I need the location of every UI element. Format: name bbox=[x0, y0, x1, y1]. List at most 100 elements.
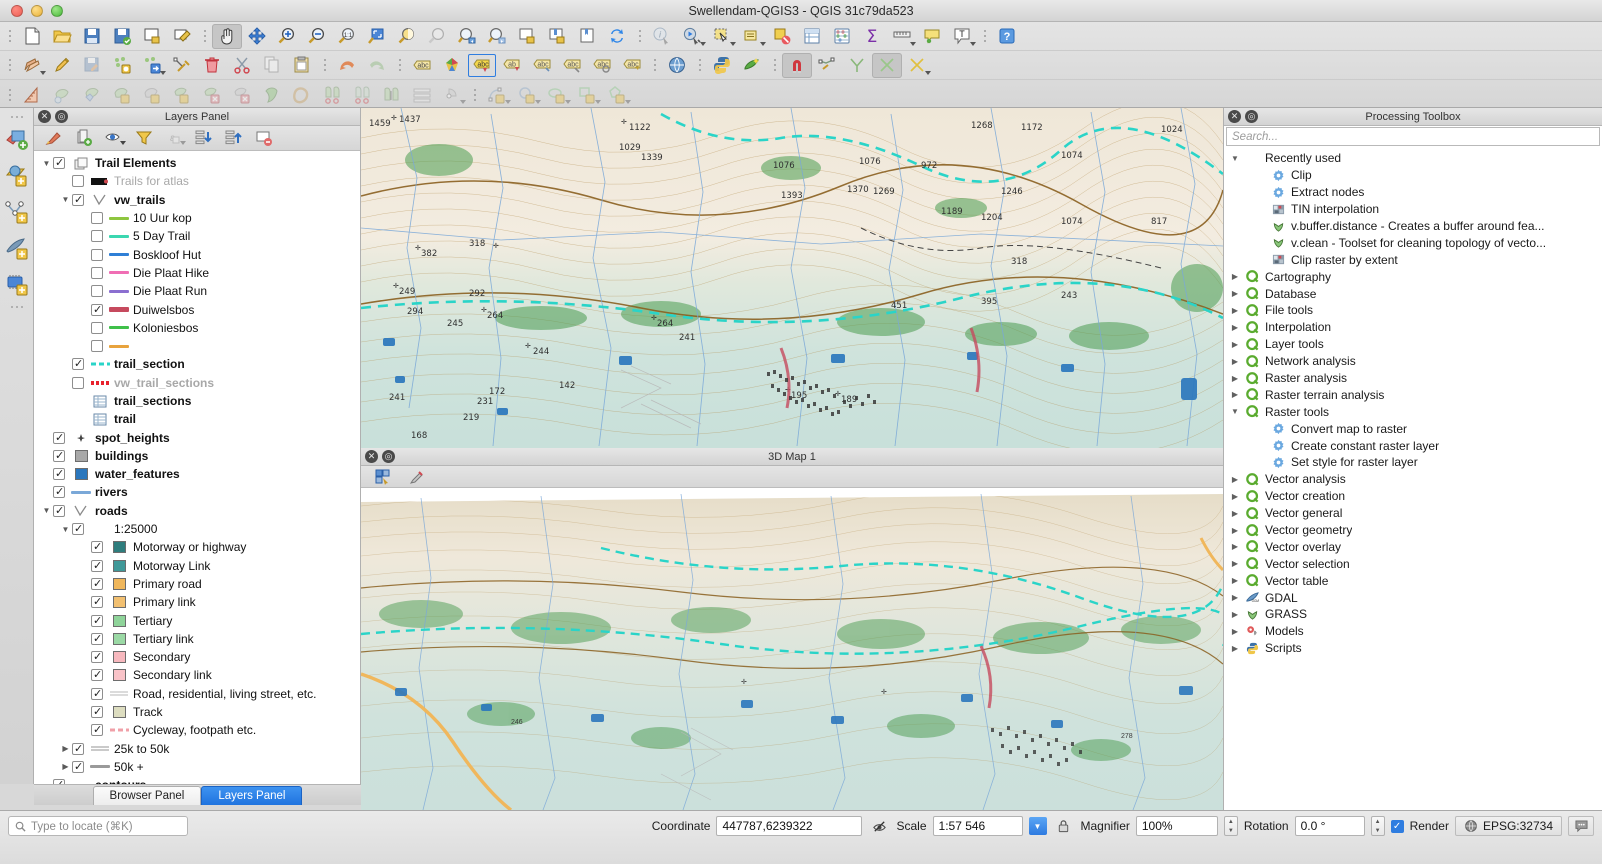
processing-tree[interactable]: ▼ Recently used Clip Extract nodes TIN inter… bbox=[1224, 146, 1602, 810]
new-map-view-button[interactable] bbox=[512, 24, 542, 49]
toggle-extents-icon[interactable] bbox=[868, 816, 890, 836]
layer-visibility-checkbox[interactable] bbox=[91, 614, 103, 627]
layer-tree-item[interactable]: water_features bbox=[34, 465, 360, 483]
collapse-twisty-icon[interactable]: ▼ bbox=[59, 525, 72, 534]
open-attribute-table-button[interactable] bbox=[797, 24, 827, 49]
toolbar-grip[interactable] bbox=[695, 54, 704, 76]
layer-visibility-checkbox[interactable] bbox=[72, 760, 84, 773]
layer-tree-item[interactable]: ▼ roads bbox=[34, 502, 360, 520]
processing-tree-item[interactable]: Create constant raster layer bbox=[1224, 437, 1602, 454]
map-view-bookmark-button[interactable] bbox=[572, 24, 602, 49]
toolbar-grip[interactable] bbox=[980, 25, 989, 47]
expand-twisty-icon[interactable]: ▶ bbox=[1228, 526, 1242, 535]
filter-legend-expression-icon[interactable]: ε bbox=[160, 127, 188, 149]
map-tips-button[interactable] bbox=[917, 24, 947, 49]
crs-status-button[interactable]: EPSG:32734 bbox=[1454, 816, 1562, 836]
expand-twisty-icon[interactable]: ▶ bbox=[1228, 272, 1242, 281]
expand-all-icon[interactable] bbox=[190, 127, 218, 149]
processing-tree-item[interactable]: ▶ Vector table bbox=[1224, 572, 1602, 589]
save-project-as-button[interactable] bbox=[107, 24, 137, 49]
dock-grip[interactable] bbox=[8, 302, 26, 312]
processing-tree-item[interactable]: ▶ Vector creation bbox=[1224, 488, 1602, 505]
layer-tree-item[interactable]: Boskloof Hut bbox=[34, 245, 360, 263]
layer-visibility-checkbox[interactable] bbox=[91, 705, 103, 719]
python-console-button[interactable] bbox=[707, 53, 737, 78]
cut-features-button[interactable] bbox=[227, 53, 257, 78]
layer-tree-item[interactable]: Die Plaat Run bbox=[34, 282, 360, 300]
toolbar-grip[interactable] bbox=[635, 25, 644, 47]
select-features-button[interactable] bbox=[707, 24, 737, 49]
open-project-button[interactable] bbox=[47, 24, 77, 49]
zoom-native-button[interactable]: 1:1 bbox=[332, 24, 362, 49]
layer-tree-item[interactable]: Motorway Link bbox=[34, 557, 360, 575]
layer-tree-item[interactable]: Koloniesbos bbox=[34, 319, 360, 337]
lock-scale-icon[interactable] bbox=[1053, 816, 1075, 836]
vertex-tool-button[interactable] bbox=[167, 53, 197, 78]
layer-tree-item[interactable]: Secondary link bbox=[34, 666, 360, 684]
layer-tree-item[interactable]: ▶ 25k to 50k bbox=[34, 740, 360, 758]
expand-twisty-icon[interactable]: ▶ bbox=[1228, 390, 1242, 399]
undo-button[interactable] bbox=[332, 53, 362, 78]
delete-selected-button[interactable] bbox=[197, 53, 227, 78]
collapse-twisty-icon[interactable]: ▼ bbox=[1228, 154, 1242, 163]
layer-visibility-checkbox[interactable] bbox=[72, 175, 84, 188]
reshape-features-button[interactable] bbox=[257, 82, 287, 107]
open-layer-styling-panel-icon[interactable] bbox=[40, 127, 68, 149]
change-label-button[interactable]: abc bbox=[617, 53, 647, 78]
data-source-manager-button[interactable] bbox=[662, 53, 692, 78]
layer-labeling-button[interactable]: abc bbox=[407, 53, 437, 78]
layer-visibility-checkbox[interactable] bbox=[91, 340, 103, 353]
layer-tree-item[interactable]: 5 Day Trail bbox=[34, 227, 360, 245]
layer-tree-item[interactable]: Primary road bbox=[34, 575, 360, 593]
layer-tree-item[interactable]: Duiwelsbos bbox=[34, 300, 360, 318]
measure-tool-button[interactable] bbox=[17, 82, 47, 107]
layer-visibility-checkbox[interactable] bbox=[91, 559, 103, 572]
configure-3d-map-icon[interactable] bbox=[403, 466, 431, 488]
expand-twisty-icon[interactable]: ▶ bbox=[1228, 576, 1242, 585]
layer-tree-item[interactable]: Die Plaat Hike bbox=[34, 264, 360, 282]
expand-twisty-icon[interactable]: ▶ bbox=[1228, 593, 1242, 602]
add-spatialite-layer-button[interactable] bbox=[2, 266, 32, 302]
map-canvas-2d[interactable]: 1459 1437 1122 1339 1029 1172 1268 1024 1076 13… bbox=[361, 108, 1223, 448]
paste-features-button[interactable] bbox=[287, 53, 317, 78]
layer-visibility-checkbox[interactable] bbox=[72, 742, 84, 755]
expand-twisty-icon[interactable]: ▶ bbox=[1228, 542, 1242, 551]
add-ring-button[interactable] bbox=[107, 82, 137, 107]
processing-tree-item[interactable]: ▶ Models bbox=[1224, 623, 1602, 640]
layer-tree-item[interactable]: trail_section bbox=[34, 355, 360, 373]
messages-log-button[interactable] bbox=[1568, 816, 1594, 836]
plugin-manager-button[interactable] bbox=[737, 53, 767, 78]
layer-tree-item[interactable]: ▼ vw_trails bbox=[34, 191, 360, 209]
deselect-features-button[interactable] bbox=[737, 24, 767, 49]
add-circular-string-button[interactable] bbox=[482, 82, 512, 107]
layer-tree-item[interactable]: Secondary bbox=[34, 648, 360, 666]
clear-selection-button[interactable] bbox=[767, 24, 797, 49]
layer-tree-item[interactable]: ▶ 50k + bbox=[34, 758, 360, 776]
processing-tree-item[interactable]: v.buffer.distance - Creates a buffer aro… bbox=[1224, 218, 1602, 235]
layer-visibility-checkbox[interactable] bbox=[91, 723, 103, 737]
expand-twisty-icon[interactable]: ▶ bbox=[1228, 610, 1242, 619]
field-calculator-button[interactable]: Σ bbox=[857, 24, 887, 49]
add-regular-polygon-button[interactable] bbox=[602, 82, 632, 107]
processing-tree-item[interactable]: ▶ Raster terrain analysis bbox=[1224, 386, 1602, 403]
expand-twisty-icon[interactable]: ▶ bbox=[1228, 509, 1242, 518]
expand-twisty-icon[interactable]: ▶ bbox=[1228, 559, 1242, 568]
zoom-to-selection-button[interactable] bbox=[392, 24, 422, 49]
identify-features-button[interactable]: i bbox=[647, 24, 677, 49]
processing-tree-item[interactable]: ▶ GDAL GDAL bbox=[1224, 589, 1602, 606]
toolbar-grip[interactable] bbox=[5, 25, 14, 47]
processing-tree-item[interactable]: Clip bbox=[1224, 167, 1602, 184]
layer-visibility-checkbox[interactable] bbox=[91, 595, 103, 609]
layer-visibility-checkbox[interactable] bbox=[91, 248, 103, 261]
toolbar-grip[interactable] bbox=[320, 54, 329, 76]
locator-search-input[interactable]: Type to locate (⌘K) bbox=[8, 816, 188, 836]
panel-tab[interactable]: Browser Panel bbox=[92, 786, 202, 805]
scale-field[interactable]: 1:57 546 bbox=[932, 816, 1023, 836]
scale-dropdown-icon[interactable]: ▼ bbox=[1028, 817, 1047, 835]
save-layer-edits-button[interactable] bbox=[77, 53, 107, 78]
processing-tree-item[interactable]: ▶ Interpolation bbox=[1224, 319, 1602, 336]
refresh-map-button[interactable] bbox=[602, 24, 632, 49]
panel-tab[interactable]: Layers Panel bbox=[201, 786, 303, 805]
self-snapping-button[interactable] bbox=[902, 53, 932, 78]
expand-twisty-icon[interactable]: ▶ bbox=[1228, 475, 1242, 484]
